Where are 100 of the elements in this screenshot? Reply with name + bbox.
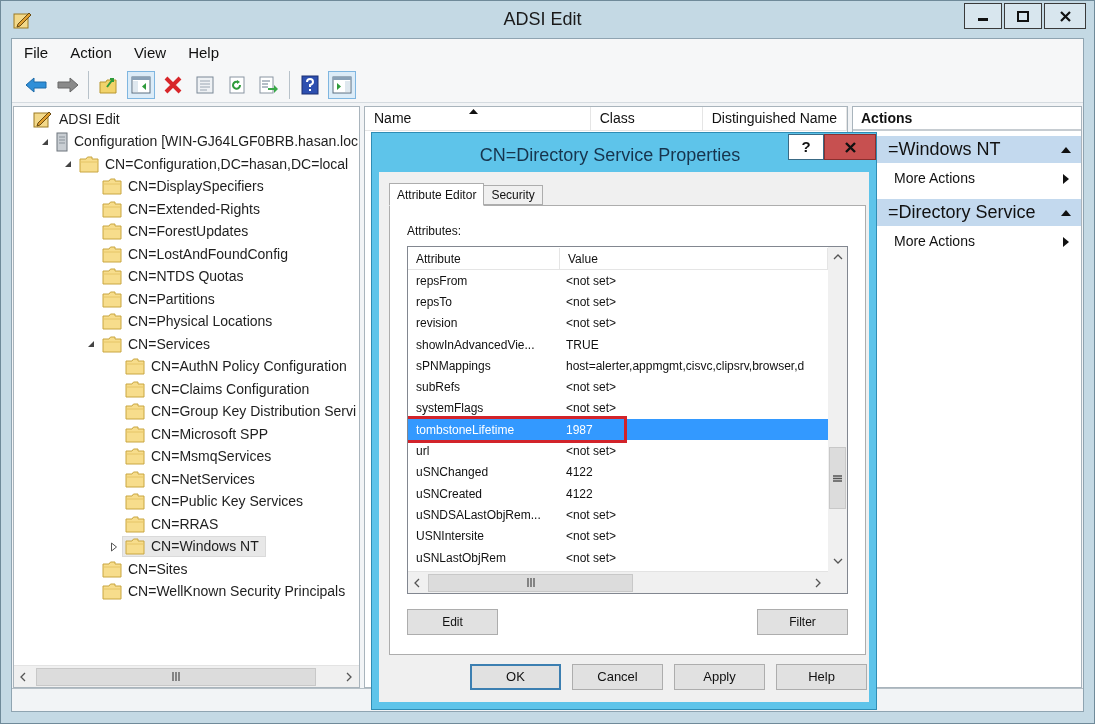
folder-icon [102, 200, 122, 218]
dialog-button[interactable]: Apply [674, 664, 765, 690]
tab[interactable]: Attribute Editor [389, 183, 485, 206]
action-item[interactable]: More Actions [853, 226, 1081, 257]
column-header[interactable]: Attribute [408, 248, 560, 269]
tree-item[interactable]: Configuration [WIN-GJ64LGF0BRB.hasan.loc [53, 131, 359, 153]
dialog-title: CN=Directory Service Properties [478, 144, 742, 167]
server-icon [56, 131, 68, 152]
notepad-pencil-icon [13, 10, 33, 29]
attribute-value: host=alerter,appmgmt,cisvc,clipsrv,browser,d [565, 357, 805, 375]
dialog-button[interactable]: OK [470, 664, 561, 690]
menu-item[interactable]: Action [70, 41, 112, 65]
attribute-name: repsFrom [415, 272, 469, 290]
tree-item[interactable]: CN=Extended-Rights [99, 198, 267, 220]
tree-item[interactable]: CN=Claims Configuration [122, 378, 317, 400]
attribute-name: uSNCreated [415, 485, 484, 503]
folder-icon [125, 448, 145, 466]
tree-item[interactable]: CN=Services [99, 333, 218, 355]
attribute-row[interactable]: revision <not set> [408, 312, 828, 334]
attribute-row[interactable]: repsTo <not set> [408, 291, 828, 313]
tree-item[interactable]: CN=LostAndFoundConfig [99, 243, 295, 265]
attribute-row[interactable]: USNIntersite <not set> [408, 525, 828, 547]
attribute-value: 1987 [565, 421, 593, 439]
horizontal-scrollbar[interactable] [14, 665, 359, 687]
tree-item[interactable]: CN=Group Key Distribution Servi [122, 401, 359, 423]
tree-item[interactable]: CN=DisplaySpecifiers [99, 176, 271, 198]
collapse-toggle-icon[interactable] [41, 137, 49, 146]
attribute-value: <not set> [565, 400, 617, 418]
tree-item[interactable]: CN=Sites [99, 558, 195, 580]
action-item[interactable]: More Actions [853, 163, 1081, 194]
minimize-icon [978, 17, 988, 21]
tree-item[interactable]: CN=Windows NT [122, 536, 266, 558]
tab[interactable]: Security [484, 185, 543, 205]
menu-item[interactable]: File [24, 41, 49, 65]
tree-item[interactable]: CN=NTDS Quotas [99, 266, 251, 288]
panel-left-icon [131, 75, 151, 94]
attribute-value: 4122 [565, 464, 593, 482]
attribute-row[interactable]: systemFlags <not set> [408, 397, 828, 420]
sort-ascending-icon [469, 109, 478, 114]
tree-item[interactable]: CN=AuthN Policy Configuration [122, 356, 354, 378]
filter-button[interactable]: Filter [757, 609, 848, 635]
attribute-row[interactable]: showInAdvancedVie... TRUE [408, 333, 828, 356]
dialog-button[interactable]: Cancel [572, 664, 663, 690]
attribute-row[interactable]: sPNMappings host=alerter,appmgmt,cisvc,clipsrv,browser,d [408, 355, 828, 377]
grip-icon [833, 473, 842, 483]
attribute-name: USNIntersite [415, 528, 486, 546]
tree-item[interactable]: CN=ForestUpdates [99, 221, 256, 243]
back-arrow-icon [25, 75, 47, 94]
collapse-toggle-icon[interactable] [64, 160, 72, 169]
tree-item[interactable]: CN=NetServices [122, 468, 262, 490]
folder-icon [102, 223, 122, 241]
panel-right-icon [332, 75, 352, 94]
attribute-row[interactable]: uSNChanged 4122 [408, 461, 828, 483]
refresh-icon [227, 75, 247, 94]
attribute-row[interactable]: uSNDSALastObjRem... <not set> [408, 504, 828, 526]
folder-icon [125, 538, 145, 556]
forward-arrow-icon [57, 75, 79, 94]
submenu-arrow-icon [1063, 236, 1069, 247]
column-header[interactable]: Class [590, 107, 703, 130]
tree-item[interactable]: CN=Microsoft SPP [122, 423, 276, 445]
attribute-row[interactable]: uSNLastObjRem <not set> [408, 546, 828, 569]
tree-item[interactable]: CN=Configuration,DC=hasan,DC=local [76, 153, 356, 175]
collapse-icon [1061, 209, 1071, 216]
horizontal-scrollbar[interactable] [408, 571, 828, 593]
tree-item[interactable]: CN=MsmqServices [122, 446, 279, 468]
maximize-button[interactable] [1004, 3, 1042, 29]
vertical-scrollbar[interactable] [828, 247, 847, 571]
folder-icon [102, 313, 122, 331]
window-title: ADSI Edit [502, 8, 583, 31]
attribute-row[interactable]: url <not set> [408, 440, 828, 462]
attribute-row[interactable]: uSNCreated 4122 [408, 482, 828, 505]
help-book-icon [300, 74, 320, 95]
attribute-name: subRefs [415, 379, 462, 397]
menu-item[interactable]: View [133, 41, 167, 65]
folder-icon [125, 493, 145, 511]
folder-icon [102, 268, 122, 286]
dialog-button[interactable]: Help [776, 664, 867, 690]
folder-icon [79, 155, 99, 173]
close-button[interactable] [1044, 3, 1086, 29]
help-button[interactable]: ? [788, 134, 824, 160]
tree-item[interactable]: CN=Partitions [99, 288, 222, 310]
tree-item[interactable]: CN=RRAS [122, 513, 226, 535]
attribute-value: <not set> [565, 549, 617, 567]
attribute-value: <not set> [565, 506, 617, 524]
edit-button[interactable]: Edit [407, 609, 498, 635]
minimize-button[interactable] [964, 3, 1002, 29]
attribute-name: revision [415, 315, 459, 333]
tree-item[interactable]: CN=Public Key Services [122, 491, 311, 513]
column-header[interactable]: Distinguished Name [702, 107, 847, 130]
column-header[interactable]: Name [365, 107, 591, 130]
attribute-row[interactable]: repsFrom <not set> [408, 270, 828, 292]
menu-item[interactable]: Help [188, 41, 219, 65]
expand-toggle-icon[interactable] [110, 541, 118, 552]
attribute-row[interactable]: subRefs <not set> [408, 376, 828, 398]
collapse-toggle-icon[interactable] [87, 340, 95, 349]
tree-item[interactable]: CN=Physical Locations [99, 311, 280, 333]
tree-item[interactable]: ADSI Edit [30, 108, 127, 130]
tree-item[interactable]: CN=WellKnown Security Principals [99, 581, 353, 603]
maximize-icon [1017, 10, 1029, 22]
attribute-name: systemFlags [415, 400, 485, 418]
